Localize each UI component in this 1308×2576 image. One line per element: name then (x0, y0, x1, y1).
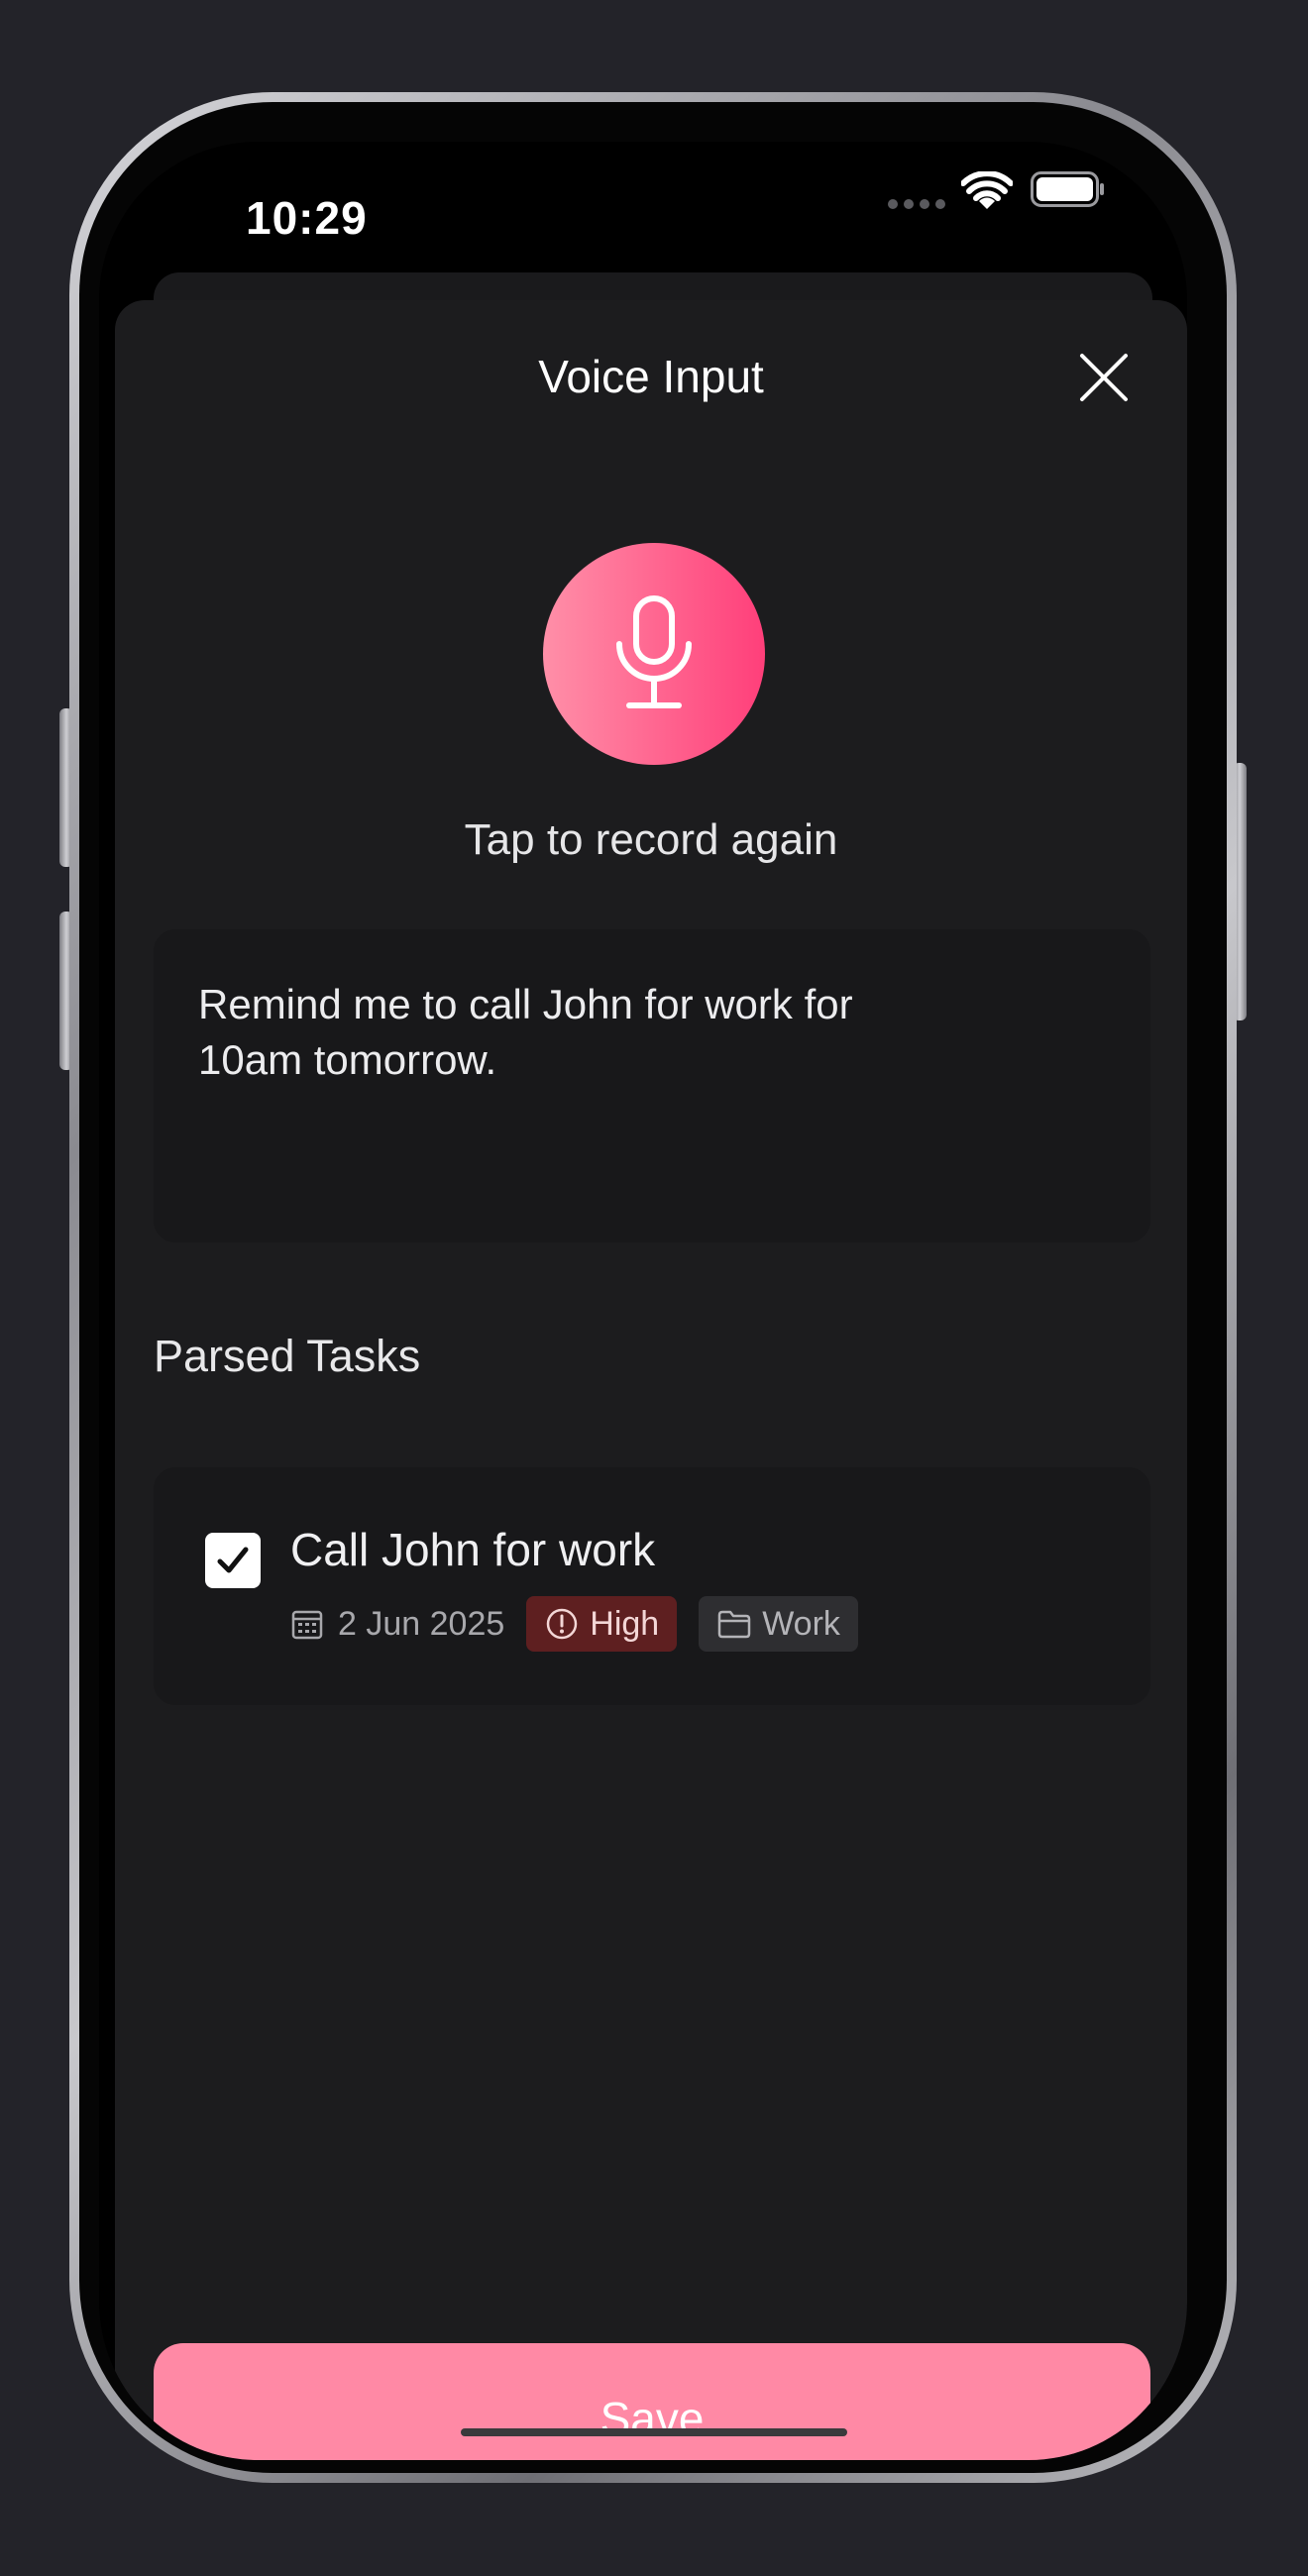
task-meta: 2 Jun 2025 High Work (290, 1596, 858, 1652)
record-hint: Tap to record again (464, 815, 838, 864)
sheet-title: Voice Input (538, 351, 764, 402)
category-badge[interactable]: Work (699, 1596, 858, 1652)
checkmark-icon (217, 1547, 249, 1573)
status-time: 10:29 (246, 192, 368, 244)
stage: 10:29 Voice Input Tap to record again Re… (0, 0, 1308, 2576)
parsed-task-card: Call John for work 2 Jun 2025 High Work (154, 1467, 1150, 1705)
task-date-text: 2 Jun 2025 (338, 1604, 505, 1643)
calendar-icon (291, 1610, 323, 1640)
parsed-tasks-heading: Parsed Tasks (154, 1331, 421, 1381)
battery-icon (1031, 171, 1104, 207)
save-button[interactable]: Save (154, 2343, 1150, 2460)
folder-icon (717, 1610, 751, 1639)
close-icon[interactable] (1076, 350, 1132, 405)
transcript-text: Remind me to call John for work for 10am… (198, 981, 853, 1083)
wifi-icon (961, 171, 1013, 209)
phone-screen: 10:29 Voice Input Tap to record again Re… (99, 142, 1187, 2460)
signal-dots-icon (888, 199, 945, 209)
task-title[interactable]: Call John for work (290, 1523, 655, 1576)
microphone-icon (616, 595, 692, 708)
task-checkbox[interactable] (205, 1533, 261, 1588)
task-due-date: 2 Jun 2025 (290, 1605, 504, 1644)
priority-badge[interactable]: High (526, 1596, 678, 1652)
category-label: Work (762, 1604, 840, 1643)
home-indicator[interactable] (461, 2428, 847, 2436)
alert-circle-icon (547, 1608, 578, 1640)
voice-input-sheet: Voice Input Tap to record again Remind m… (115, 300, 1187, 2460)
priority-label: High (590, 1604, 660, 1643)
transcript-box[interactable]: Remind me to call John for work for 10am… (154, 929, 1150, 1242)
record-button[interactable] (543, 543, 765, 765)
